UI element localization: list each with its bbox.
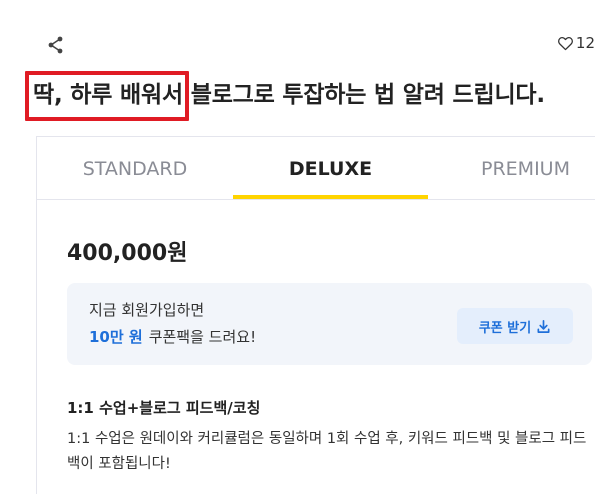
title-highlight: 딱, 하루 배워서 — [25, 71, 191, 121]
heart-icon — [557, 36, 573, 50]
like-count: 12 — [575, 34, 595, 52]
package-price: 400,000원 — [67, 241, 188, 266]
signup-promo-box: 지금 회원가입하면 10만 원 쿠폰팩을 드려요! 쿠폰 받기 — [67, 283, 592, 365]
service-title: 딱, 하루 배워서 블로그로 투잡하는 법 알려 드립니다. — [25, 71, 545, 121]
package-title: 1:1 수업+블로그 피드백/코칭 — [67, 399, 261, 417]
tab-premium[interactable]: PREMIUM — [428, 137, 595, 200]
like-button[interactable]: 12 — [557, 34, 595, 52]
active-tab-indicator — [233, 195, 428, 199]
tab-deluxe[interactable]: DELUXE — [233, 137, 428, 200]
promo-line2-text: 쿠폰팩을 드려요! — [148, 328, 257, 346]
get-coupon-button[interactable]: 쿠폰 받기 — [457, 308, 573, 344]
title-rest-text: 블로그로 투잡하는 법 알려 드립니다. — [190, 82, 545, 108]
share-icon — [48, 36, 63, 54]
download-icon — [537, 319, 550, 333]
package-tabs: STANDARD DELUXE PREMIUM — [37, 137, 595, 200]
package-description: 1:1 수업은 원데이와 커리큘럼은 동일하며 1회 수업 후, 키워드 피드백… — [67, 431, 587, 472]
promo-line1: 지금 회원가입하면 — [89, 301, 205, 319]
package-card: STANDARD DELUXE PREMIUM 400,000원 지금 회원가입… — [36, 136, 595, 494]
highlight-box — [25, 71, 189, 121]
promo-amount: 10만 원 — [89, 328, 143, 346]
share-button[interactable] — [46, 35, 66, 55]
promo-line2: 10만 원 쿠폰팩을 드려요! — [89, 326, 256, 347]
tab-standard[interactable]: STANDARD — [37, 137, 233, 200]
coupon-button-label: 쿠폰 받기 — [478, 320, 532, 336]
